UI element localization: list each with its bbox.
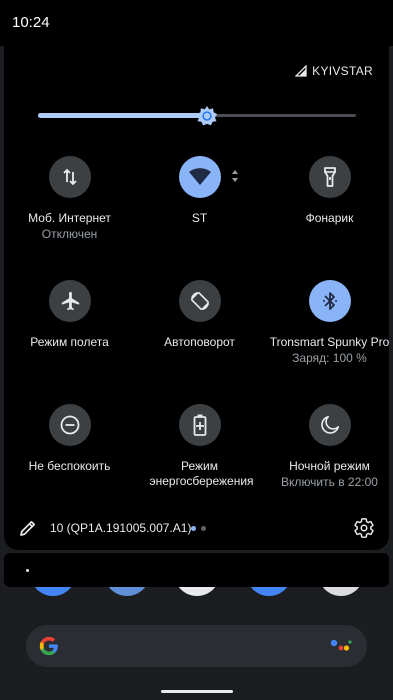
tile-label: Ночной режим	[289, 459, 370, 473]
carrier-indicator: KYIVSTAR	[295, 64, 373, 78]
tile-label: Tronsmart Spunky Pro	[269, 335, 390, 349]
tile-label: Режим энергосбережения	[149, 459, 254, 488]
airplane-icon	[61, 291, 79, 311]
night-mode-icon	[320, 415, 339, 434]
tile-bluetooth[interactable]: Tronsmart Spunky Pro Заряд: 100 %	[267, 270, 392, 394]
tile-mobile-data[interactable]: Моб. Интернет Отключен	[7, 146, 132, 270]
tile-label: Автоповорот	[164, 335, 235, 349]
tile-label: ST	[191, 211, 208, 225]
tile-label: Моб. Интернет	[28, 211, 111, 225]
tile-auto-rotate[interactable]: Автоповорот	[137, 270, 262, 394]
assistant-icon[interactable]	[329, 637, 353, 655]
page-indicator	[191, 526, 206, 531]
tile-label: Не беспокоить	[28, 459, 111, 473]
quick-settings-panel: KYIVSTAR Моб. Интернет Отключен ST Фонар…	[4, 46, 389, 550]
settings-gear-icon[interactable]	[353, 517, 375, 539]
tile-icon-circle	[308, 280, 351, 322]
flashlight-icon	[323, 167, 336, 187]
tile-icon-circle	[178, 404, 221, 446]
brightness-slider[interactable]	[38, 104, 356, 128]
google-search-bar[interactable]	[26, 625, 367, 667]
signal-icon	[295, 65, 307, 77]
tile-icon-circle	[308, 156, 351, 198]
build-number[interactable]: 10 (QP1A.191005.007.A1)	[50, 521, 191, 535]
auto-rotate-icon	[190, 291, 209, 311]
tile-battery-saver[interactable]: Режим энергосбережения	[137, 394, 262, 518]
quick-settings-footer: 10 (QP1A.191005.007.A1)	[4, 508, 389, 548]
carrier-name: KYIVSTAR	[312, 64, 373, 78]
wifi-activity-icon	[232, 170, 238, 182]
mobile-data-icon	[62, 168, 77, 186]
google-logo-icon	[39, 636, 58, 656]
tiles-grid: Моб. Интернет Отключен ST Фонарик Режим …	[4, 146, 389, 518]
notification-strip[interactable]	[4, 553, 389, 587]
page-dot	[201, 526, 206, 531]
tile-label: Фонарик	[305, 211, 354, 225]
edit-icon[interactable]	[18, 518, 38, 538]
status-bar: 10:24	[0, 0, 393, 46]
tile-status: Отключен	[41, 227, 98, 241]
tile-flashlight[interactable]: Фонарик	[267, 146, 392, 270]
wifi-icon	[188, 168, 211, 185]
clock: 10:24	[12, 14, 50, 31]
tile-icon-circle	[308, 404, 351, 446]
page-dot-active	[191, 526, 196, 531]
home-gesture-bar[interactable]	[161, 690, 233, 693]
tile-icon-circle	[178, 156, 221, 198]
tile-wifi[interactable]: ST	[137, 146, 262, 270]
tile-icon-circle	[48, 156, 91, 198]
tile-icon-circle	[48, 280, 91, 322]
bluetooth-icon	[322, 292, 337, 310]
notification-dot-icon	[26, 569, 29, 572]
brightness-fill	[38, 113, 207, 118]
battery-saver-icon	[193, 414, 206, 436]
tile-icon-circle	[178, 280, 221, 322]
tile-status: Включить в 22:00	[281, 475, 378, 489]
brightness-icon[interactable]	[195, 104, 219, 128]
tile-label: Режим полета	[30, 335, 109, 349]
tile-night-mode[interactable]: Ночной режим Включить в 22:00	[267, 394, 392, 518]
tile-status: Заряд: 100 %	[292, 351, 367, 365]
tile-do-not-disturb[interactable]: Не беспокоить	[7, 394, 132, 518]
tile-icon-circle	[48, 404, 91, 446]
tile-airplane-mode[interactable]: Режим полета	[7, 270, 132, 394]
do-not-disturb-icon	[60, 415, 79, 435]
